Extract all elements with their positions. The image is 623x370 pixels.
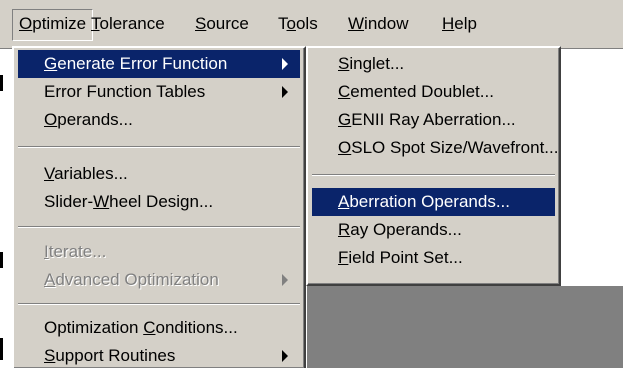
- background-fragment: [0, 252, 3, 268]
- menu-tolerance[interactable]: Tolerance: [85, 9, 171, 39]
- optimize-menu: Generate Error Function Error Function T…: [12, 46, 306, 368]
- menu-item-iterate: Iterate...: [44, 242, 107, 261]
- submenu-item-field-point-set[interactable]: Field Point Set...: [312, 244, 555, 272]
- submenu-arrow-icon: [282, 58, 288, 70]
- menu-item-slider-wheel-design[interactable]: Slider-Wheel Design...: [18, 188, 300, 216]
- menu-separator: [18, 146, 300, 148]
- menu-window[interactable]: Window: [342, 9, 414, 39]
- menu-optimize[interactable]: Optimize: [12, 9, 94, 41]
- submenu-item-ray-operands[interactable]: Ray Operands...: [312, 216, 555, 244]
- menu-separator: [312, 174, 555, 176]
- submenu-item-singlet[interactable]: Singlet...: [312, 50, 555, 78]
- menu-help[interactable]: Help: [436, 9, 483, 39]
- menu-item-support-routines[interactable]: Support Routines: [18, 342, 300, 370]
- menu-item-advanced-optimization: Advanced Optimization: [18, 266, 300, 294]
- submenu-arrow-icon: [282, 274, 288, 286]
- background-fragment: [0, 75, 3, 91]
- submenu-item-cemented-doublet[interactable]: Cemented Doublet...: [312, 78, 555, 106]
- submenu-item-oslo-spot-size[interactable]: OSLO Spot Size/Wavefront...: [312, 134, 558, 162]
- submenu-arrow-icon: [282, 350, 288, 362]
- menu-item-variables[interactable]: Variables...: [18, 160, 300, 188]
- submenu-item-genii-ray-aberration[interactable]: GENII Ray Aberration...: [312, 106, 555, 134]
- menu-item-error-function-tables[interactable]: Error Function Tables: [18, 78, 300, 106]
- menu-item-generate-error-function[interactable]: Generate Error Function: [18, 50, 300, 78]
- menu-separator: [18, 303, 300, 305]
- menu-item-optimization-conditions[interactable]: Optimization Conditions...: [18, 314, 300, 342]
- menu-tools[interactable]: Tools: [272, 9, 324, 39]
- generate-error-function-submenu: Singlet... Cemented Doublet... GENII Ray…: [306, 46, 561, 286]
- background-fragment: [0, 338, 3, 360]
- submenu-arrow-icon: [282, 86, 288, 98]
- submenu-item-aberration-operands[interactable]: Aberration Operands...: [312, 188, 555, 216]
- menu-item-operands[interactable]: Operands...: [18, 106, 300, 134]
- workspace-background: [307, 286, 623, 368]
- menu-bar: Optimize Tolerance Source Tools Window H…: [0, 0, 623, 49]
- menu-separator: [18, 226, 300, 228]
- menu-source[interactable]: Source: [189, 9, 255, 39]
